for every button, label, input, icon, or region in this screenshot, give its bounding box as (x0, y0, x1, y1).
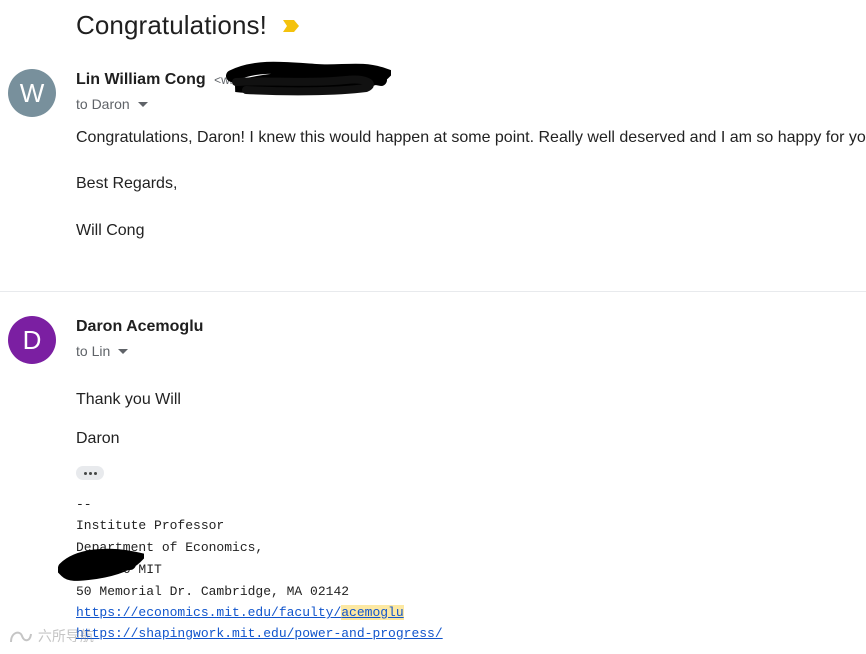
power-and-progress-link[interactable]: https://shapingwork.mit.edu/power-and-pr… (76, 626, 443, 641)
watermark: 六所导航 (8, 626, 94, 646)
signature-line: Institute Professor (76, 518, 225, 533)
ellipsis-dot (83, 471, 87, 475)
avatar[interactable]: D (8, 316, 56, 364)
chevron-down-icon (118, 348, 129, 354)
subject-row: Congratulations! (76, 10, 299, 41)
sender-email: <will.cong@cornell.edu> (214, 73, 345, 87)
message-body-line: Best Regards, (76, 175, 178, 192)
power-and-progress-link-text[interactable]: https://shapingwork.mit.edu/power-and-pr… (76, 626, 443, 641)
watermark-logo-icon (10, 631, 32, 643)
message-body-line: Will Cong (76, 222, 145, 239)
recipient-label: to Daron (76, 96, 130, 112)
recipient-dropdown[interactable]: to Lin (76, 343, 129, 359)
message-divider (0, 291, 866, 292)
faculty-link-prefix[interactable]: https://economics.mit.edu/faculty/ (76, 605, 341, 620)
ellipsis-dot (88, 471, 92, 475)
avatar-letter: D (22, 324, 42, 355)
recipient-dropdown[interactable]: to Daron (76, 96, 148, 112)
faculty-link-highlight[interactable]: acemoglu (341, 605, 404, 620)
sender-name[interactable]: Lin William Cong <will.cong@cornell.edu> (76, 71, 345, 89)
ellipsis-dot (93, 471, 97, 475)
important-marker-icon[interactable] (282, 19, 299, 32)
avatar-letter: W (19, 77, 45, 108)
chevron-down-icon (137, 101, 148, 107)
avatar[interactable]: W (8, 69, 56, 117)
signature-separator: -- (76, 497, 92, 512)
signature-line: E52-446 MIT (76, 562, 162, 577)
signature-line: 50 Memorial Dr. Cambridge, MA 02142 (76, 584, 350, 599)
sender-name[interactable]: Daron Acemoglu (76, 318, 203, 336)
sender-name-text: Lin William Cong (76, 71, 206, 88)
signature-line: Department of Economics, (76, 540, 264, 555)
recipient-label: to Lin (76, 343, 111, 359)
message-body-line: Thank you Will (76, 391, 181, 408)
message-body-line: Congratulations, Daron! I knew this woul… (76, 129, 866, 146)
watermark-text: 六所导航 (37, 628, 94, 644)
message-body-line: Daron (76, 430, 120, 447)
email-subject: Congratulations! (76, 10, 267, 40)
show-trimmed-content-button[interactable] (76, 466, 104, 480)
faculty-link[interactable]: https://economics.mit.edu/faculty/acemog… (76, 605, 404, 620)
